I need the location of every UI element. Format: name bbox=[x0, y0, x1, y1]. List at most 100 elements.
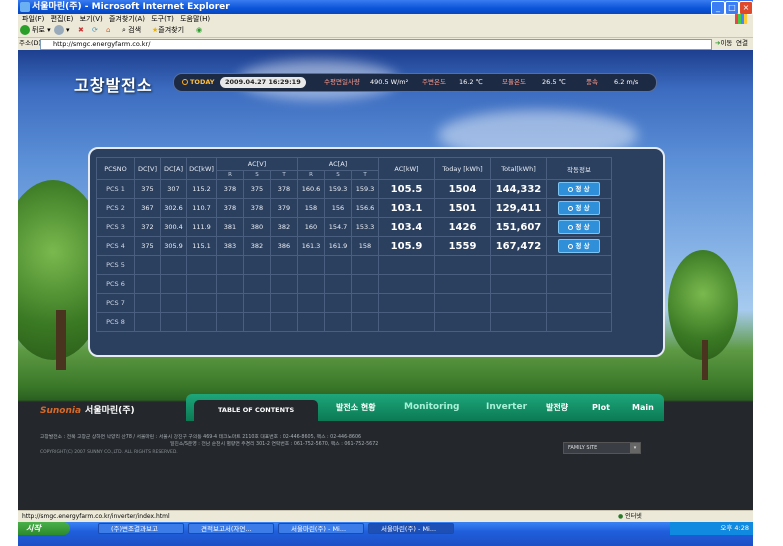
history-icon[interactable]: ◉ bbox=[196, 24, 202, 37]
inverter-table: PCSNO DC[V] DC[A] DC[kW] AC[V] AC[A] AC[… bbox=[96, 157, 612, 332]
forward-button[interactable]: ▾ bbox=[54, 24, 70, 37]
close-button[interactable]: × bbox=[739, 1, 753, 15]
cell-today-kwh: 1504 bbox=[434, 179, 491, 199]
status-ok-button[interactable]: 정 상 bbox=[558, 182, 600, 196]
maximize-button[interactable]: □ bbox=[725, 1, 739, 15]
cell-dc-kw: 115.1 bbox=[186, 236, 217, 256]
go-button[interactable]: ➔이동 bbox=[715, 38, 732, 49]
nav-plot[interactable]: Plot bbox=[592, 394, 610, 421]
browser-window: 서울마린(주) - Microsoft Internet Explorer _ … bbox=[18, 0, 753, 546]
start-button[interactable]: 시작 bbox=[18, 522, 70, 535]
nav-inverter[interactable]: Inverter bbox=[486, 394, 527, 421]
status-ok-button[interactable]: 정 상 bbox=[558, 201, 600, 215]
current-datetime: 2009.04.27 16:29:19 bbox=[220, 77, 306, 88]
cell-ac-v-r bbox=[216, 255, 244, 275]
cell-ac-v-s bbox=[243, 274, 271, 294]
ie-app-icon bbox=[20, 2, 30, 12]
menu-edit[interactable]: 편집(E) bbox=[51, 15, 74, 23]
search-icon: ⌕ bbox=[122, 26, 126, 34]
cell-ac-a-r: 161.3 bbox=[297, 236, 325, 256]
table-row: PCS 3 372 300.4 111.9 381 380 382 160 154.7 153.3… bbox=[96, 217, 612, 237]
clock[interactable]: 오후 4:28 bbox=[720, 524, 749, 532]
nav-monitoring[interactable]: Monitoring bbox=[404, 394, 460, 421]
refresh-icon[interactable]: ⟳ bbox=[92, 24, 98, 37]
cell-dc-a: 307 bbox=[160, 179, 187, 199]
page-content: 고창발전소 TODAY 2009.04.27 16:29:19 수평면일사량 4… bbox=[18, 50, 753, 510]
main-nav: TABLE OF CONTENTS 발전소 현황 Monitoring Inve… bbox=[186, 394, 664, 421]
task-item[interactable]: (주)변조결과보고 bbox=[98, 523, 184, 534]
cell-status bbox=[546, 293, 612, 313]
cell-ac-a-t bbox=[351, 255, 379, 275]
status-label: 정 상 bbox=[575, 185, 590, 193]
cell-dc-a bbox=[160, 293, 187, 313]
menu-tools[interactable]: 도구(T) bbox=[151, 15, 174, 23]
cell-ac-a-r bbox=[297, 255, 325, 275]
cell-dc-kw bbox=[186, 274, 217, 294]
header-ac-a-r: R bbox=[297, 170, 325, 180]
status-ok-button[interactable]: 정 상 bbox=[558, 239, 600, 253]
status-ok-button[interactable]: 정 상 bbox=[558, 220, 600, 234]
windows-logo-icon bbox=[735, 14, 747, 24]
toolbar: 뒤로 ▾ ▾ ✖ ⟳ ⌂ ⌕ 검색 ★즐겨찾기 ◉ bbox=[18, 24, 753, 38]
nav-table-of-contents: TABLE OF CONTENTS bbox=[194, 400, 319, 421]
task-item-active[interactable]: 서울마린(주) - Mi... bbox=[368, 523, 454, 534]
cell-total-kwh bbox=[490, 312, 547, 332]
footer-address: 고창발전소 : 전북 고창군 상하면 낙양리 산78 / 서울마린 : 서울시 … bbox=[40, 434, 560, 448]
menu-help[interactable]: 도움말(H) bbox=[180, 15, 210, 23]
today-label: TODAY bbox=[182, 74, 214, 91]
cell-today-kwh bbox=[434, 293, 491, 313]
site-logo[interactable]: 고창발전소 bbox=[74, 72, 153, 96]
cell-ac-v-t: 386 bbox=[270, 236, 298, 256]
minimize-button[interactable]: _ bbox=[711, 1, 725, 15]
header-status: 작동정보 bbox=[546, 157, 612, 180]
menu-favorites[interactable]: 즐겨찾기(A) bbox=[109, 15, 145, 23]
cell-status: 정 상 bbox=[546, 236, 612, 256]
brand-logo[interactable]: Sunonia 서울마린(주) bbox=[40, 403, 135, 416]
cell-status: 정 상 bbox=[546, 198, 612, 218]
home-icon[interactable]: ⌂ bbox=[106, 24, 110, 37]
cell-ac-v-s: 382 bbox=[243, 236, 271, 256]
family-site-select[interactable]: FAMILY SITE ▾ bbox=[563, 442, 641, 454]
cell-dc-kw bbox=[186, 312, 217, 332]
title-bar[interactable]: 서울마린(주) - Microsoft Internet Explorer _ … bbox=[18, 0, 753, 15]
cell-ac-v-s bbox=[243, 293, 271, 313]
cell-ac-v-r bbox=[216, 293, 244, 313]
task-item[interactable]: 서울마린(주) - Mi... bbox=[278, 523, 364, 534]
stop-icon[interactable]: ✖ bbox=[78, 24, 84, 37]
nav-main[interactable]: Main bbox=[632, 394, 654, 421]
cell-total-kwh: 144,332 bbox=[490, 179, 547, 199]
header-ac-a-s: S bbox=[324, 170, 352, 180]
header-ac-v-t: T bbox=[270, 170, 298, 180]
status-dot-icon bbox=[568, 205, 574, 211]
cell-dc-a: 305.9 bbox=[160, 236, 187, 256]
status-bar: http://smgc.energyfarm.co.kr/inverter/in… bbox=[18, 510, 753, 522]
address-input[interactable]: http://smgc.energyfarm.co.kr/ bbox=[40, 39, 712, 50]
cell-ac-v-t: 379 bbox=[270, 198, 298, 218]
table-row: PCS 4 375 305.9 115.1 383 382 386 161.3 161.9 158… bbox=[96, 236, 612, 256]
cell-ac-a-t bbox=[351, 274, 379, 294]
cell-ac-kw bbox=[378, 274, 435, 294]
footer-line-2: 일진소/S운영 : 전남 순천시 별량면 주경리 301-2 연락번호 : 06… bbox=[170, 442, 379, 447]
nav-plant-status[interactable]: 발전소 현황 bbox=[336, 394, 376, 421]
cell-ac-a-s: 154.7 bbox=[324, 217, 352, 237]
cell-ac-a-t: 158 bbox=[351, 236, 379, 256]
header-ac-a-t: T bbox=[351, 170, 379, 180]
cell-status bbox=[546, 255, 612, 275]
cell-status bbox=[546, 274, 612, 294]
task-item[interactable]: 견적보고서(자연... bbox=[188, 523, 274, 534]
irradiance-label: 수평면일사량 bbox=[324, 78, 360, 86]
nav-generation[interactable]: 발전량 bbox=[546, 394, 568, 421]
table-row: PCS 7 bbox=[96, 293, 612, 313]
search-button[interactable]: ⌕ 검색 bbox=[122, 24, 141, 37]
back-button[interactable]: 뒤로 ▾ bbox=[20, 24, 51, 37]
menu-file[interactable]: 파일(F) bbox=[22, 15, 44, 23]
cell-pcsno: PCS 8 bbox=[96, 312, 135, 332]
cell-ac-a-s bbox=[324, 255, 352, 275]
cell-ac-kw bbox=[378, 293, 435, 313]
header-ac-v-s: S bbox=[243, 170, 271, 180]
menu-view[interactable]: 보기(V) bbox=[80, 15, 103, 23]
window-title: 서울마린(주) - Microsoft Internet Explorer bbox=[32, 2, 230, 12]
favorites-button[interactable]: ★즐겨찾기 bbox=[152, 24, 184, 37]
forward-arrow-icon bbox=[54, 25, 64, 35]
cell-total-kwh: 129,411 bbox=[490, 198, 547, 218]
